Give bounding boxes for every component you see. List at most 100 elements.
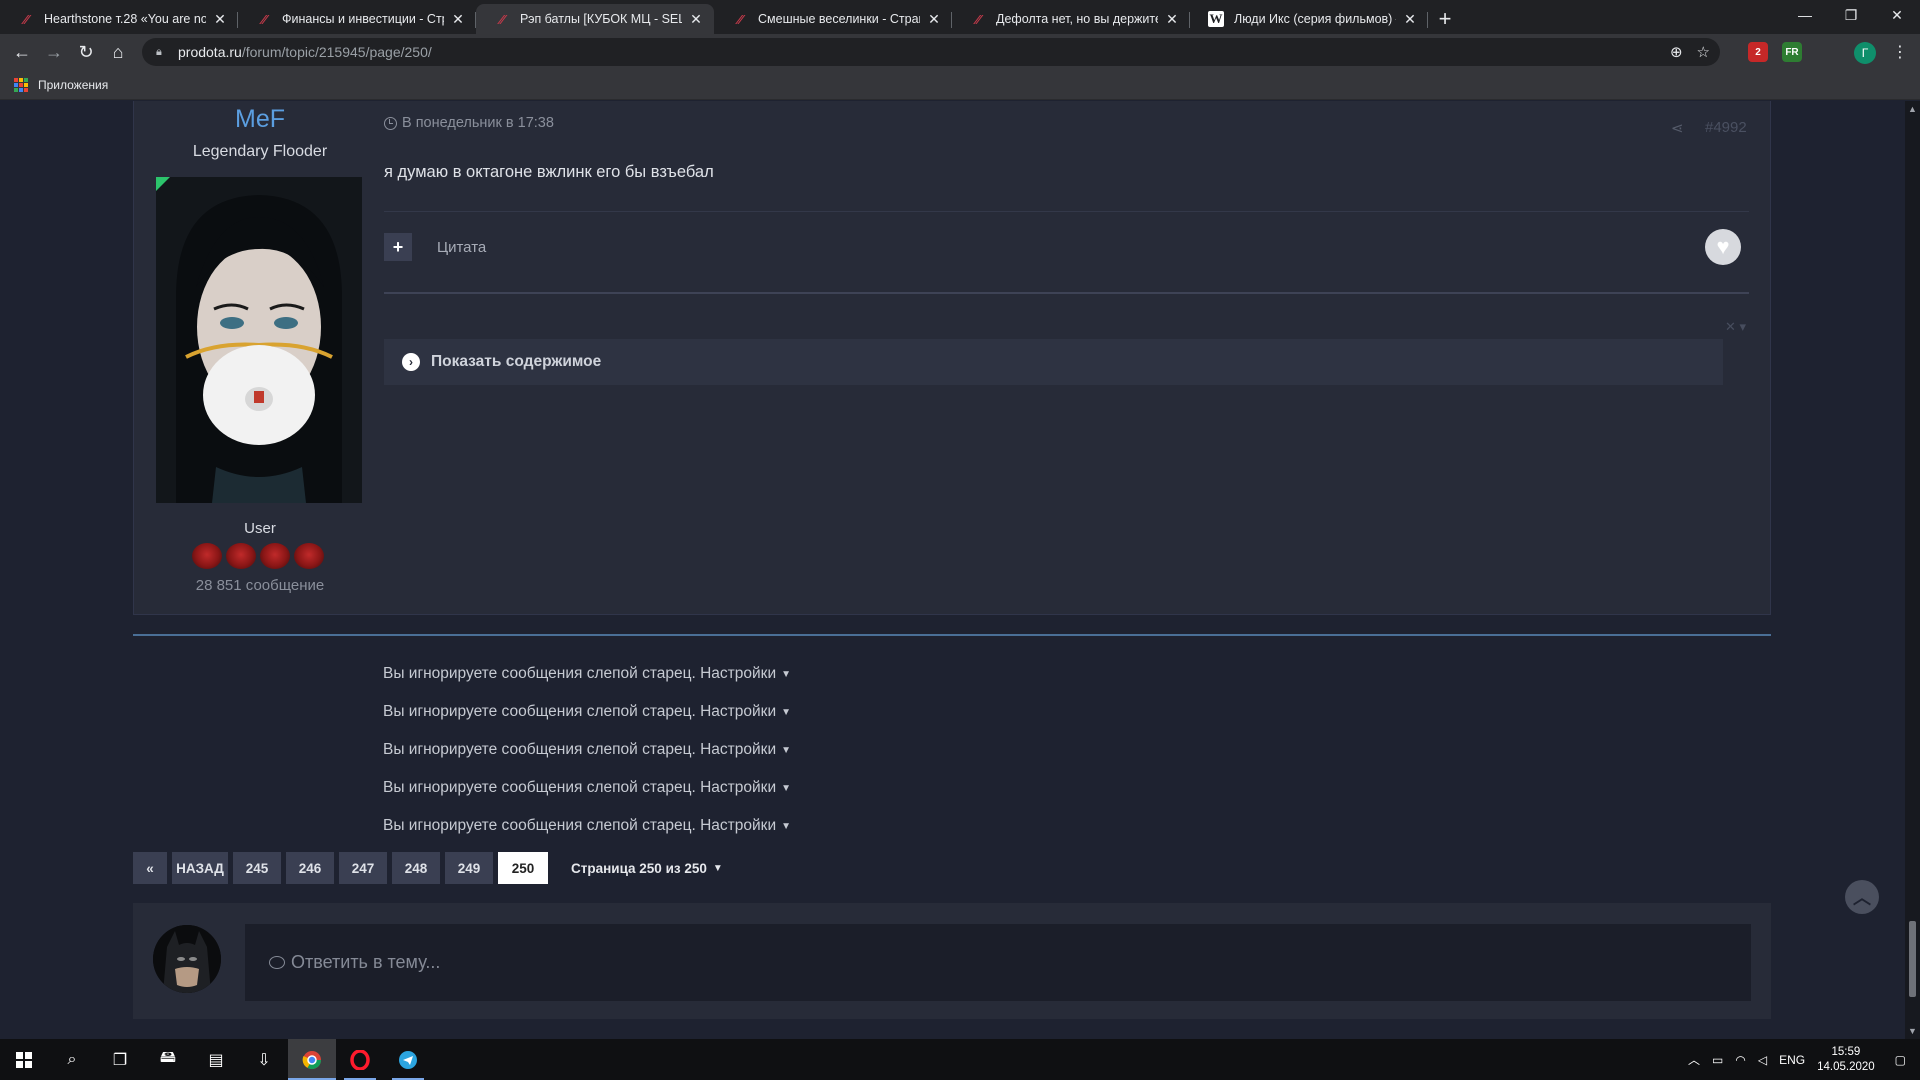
restore-icon[interactable]: ❐ (1828, 0, 1874, 30)
chrome-icon[interactable] (288, 1039, 336, 1080)
wifi-icon[interactable]: ◠ (1735, 1053, 1745, 1067)
tab-close-icon[interactable]: ✕ (1402, 11, 1418, 28)
tab-close-icon[interactable]: ✕ (1164, 11, 1180, 28)
prev-page-button[interactable]: НАЗАД (172, 852, 228, 884)
bookmark-star-icon[interactable]: ☆ (1697, 43, 1710, 61)
spoiler-toggle[interactable]: › Показать содержимое (384, 339, 1723, 385)
chevron-up-icon[interactable]: ︿ (1688, 1051, 1700, 1068)
windows-start-icon[interactable] (0, 1039, 48, 1080)
post-number[interactable]: #4992 (1705, 119, 1747, 136)
browser-tab[interactable]: ⁄⁄ Смешные веселинки - Страниц ✕ (714, 4, 952, 34)
post-divider (384, 211, 1749, 212)
tab-title: Hearthstone т.28 «You are not Pr (44, 12, 206, 26)
close-signature-icon[interactable]: ✕ ▾ (1725, 319, 1746, 335)
first-page-button[interactable]: « (133, 852, 167, 884)
tab-list: ⁄⁄ Hearthstone т.28 «You are not Pr ✕ ⁄⁄ Фин… (0, 4, 1428, 34)
page-link-245[interactable]: 245 (233, 852, 281, 884)
tab-title: Смешные веселинки - Страниц (758, 12, 920, 26)
page-link-250[interactable]: 250 (498, 852, 548, 884)
post-time-text: В понедельник в 17:38 (402, 115, 554, 131)
volume-icon[interactable]: ◁ (1758, 1053, 1767, 1067)
page-link-248[interactable]: 248 (392, 852, 440, 884)
home-icon[interactable]: ⌂ (102, 36, 134, 68)
minimize-icon[interactable]: — (1782, 0, 1828, 30)
ignored-post-notice[interactable]: Вы игнорируете сообщения слепой старец. … (383, 741, 791, 759)
url-text[interactable]: prodota.ru/forum/topic/215945/page/250/ (178, 44, 1670, 60)
taskbar-clock[interactable]: 15:59 14.05.2020 (1817, 1045, 1875, 1075)
comment-bubble-icon (269, 956, 285, 969)
forward-icon[interactable]: → (38, 36, 70, 68)
browser-tab[interactable]: ⁄⁄ Дефолта нет, но вы держитесь ✕ (952, 4, 1190, 34)
scroll-to-top-icon[interactable]: ︿ (1845, 880, 1879, 914)
profile-avatar[interactable]: Г (1854, 42, 1876, 64)
author-name[interactable]: MeF (134, 105, 386, 134)
rank-pip-icon (192, 543, 222, 569)
new-tab-button[interactable]: + (1428, 4, 1462, 34)
task-view-icon[interactable]: ❐ (96, 1039, 144, 1080)
telegram-icon[interactable] (384, 1039, 432, 1080)
ignored-post-notice[interactable]: Вы игнорируете сообщения слепой старец. … (383, 665, 791, 683)
ignored-post-notice[interactable]: Вы игнорируете сообщения слепой старец. … (383, 703, 791, 721)
clock-date: 14.05.2020 (1817, 1060, 1875, 1073)
notepad-icon[interactable]: ▤ (192, 1039, 240, 1080)
clock-time: 15:59 (1831, 1045, 1861, 1058)
url-host: prodota.ru (178, 44, 242, 60)
page-jump-dropdown[interactable]: Страница 250 из 250 ▼ (571, 861, 723, 876)
quote-button[interactable]: Цитата (437, 239, 486, 256)
windows-taskbar: ⌕ ❐ 🖴︎ ▤ ⇩ ︿ ▭ ◠ ◁ ENG 15:59 14.05.2020 … (0, 1039, 1920, 1080)
lock-icon[interactable]: 🔒︎ (156, 46, 166, 58)
scrollbar-thumb[interactable] (1909, 921, 1916, 997)
like-heart-icon[interactable]: ♥ (1705, 229, 1741, 265)
tab-close-icon[interactable]: ✕ (926, 11, 942, 28)
browser-tab[interactable]: ⁄⁄ Hearthstone т.28 «You are not Pr ✕ (0, 4, 238, 34)
search-icon[interactable]: ⌕ (48, 1039, 96, 1080)
browser-tab[interactable]: ⁄⁄ Финансы и инвестиции - Стран ✕ (238, 4, 476, 34)
ignored-post-text: Вы игнорируете сообщения слепой старец. … (383, 665, 777, 682)
battery-icon[interactable]: ▭ (1712, 1053, 1723, 1067)
notifications-icon[interactable]: ▢ (1895, 1053, 1906, 1067)
reply-input[interactable]: Ответить в тему... (245, 924, 1751, 1001)
author-post-count: 28 851 сообщение (195, 577, 325, 594)
menu-kebab-icon[interactable]: ⋮ (1892, 42, 1908, 62)
ignored-post-notice[interactable]: Вы игнорируете сообщения слепой старец. … (383, 779, 791, 797)
reload-icon[interactable]: ↻ (70, 36, 102, 68)
extension-badge: FR (1785, 46, 1799, 58)
scroll-up-icon[interactable]: ▲ (1908, 104, 1917, 114)
language-indicator[interactable]: ENG (1779, 1053, 1805, 1067)
file-manager-icon[interactable]: 🖴︎ (144, 1039, 192, 1080)
apps-grid-icon[interactable] (14, 77, 28, 92)
extension-opera-icon[interactable]: 2 (1748, 42, 1768, 62)
page-numbers: 245 246 247 248 249 250 (233, 852, 553, 884)
tab-title: Дефолта нет, но вы держитесь (996, 12, 1158, 26)
author-avatar[interactable] (156, 177, 362, 503)
author-group: User (244, 520, 276, 537)
tab-strip: ⁄⁄ Hearthstone т.28 «You are not Pr ✕ ⁄⁄ Фин… (0, 0, 1920, 34)
close-window-icon[interactable]: ✕ (1874, 0, 1920, 30)
page-link-247[interactable]: 247 (339, 852, 387, 884)
wikipedia-favicon-icon: W (1208, 11, 1224, 27)
ignored-post-notice[interactable]: Вы игнорируете сообщения слепой старец. … (383, 817, 791, 835)
tab-close-icon[interactable]: ✕ (212, 11, 228, 28)
opera-icon[interactable] (336, 1039, 384, 1080)
current-user-avatar[interactable] (153, 925, 221, 993)
page-link-249[interactable]: 249 (445, 852, 493, 884)
window-controls: — ❐ ✕ (1782, 0, 1920, 30)
post-timestamp[interactable]: В понедельник в 17:38 (384, 115, 554, 131)
back-icon[interactable]: ← (6, 36, 38, 68)
app-icon[interactable]: ⇩ (240, 1039, 288, 1080)
address-bar[interactable]: 🔒︎ prodota.ru/forum/topic/215945/page/25… (142, 38, 1720, 66)
multiquote-button[interactable]: + (384, 233, 412, 261)
tab-close-icon[interactable]: ✕ (450, 11, 466, 28)
scroll-down-icon[interactable]: ▼ (1908, 1026, 1917, 1036)
prodota-favicon-icon: ⁄⁄ (499, 11, 505, 27)
browser-tab[interactable]: ⁄⁄ Рэп батлы [КУБОК МЦ - SELECTI ✕ (476, 4, 714, 34)
page-scrollbar[interactable]: ▲ ▼ (1905, 101, 1920, 1039)
zoom-icon[interactable]: ⊕ (1670, 43, 1683, 61)
ignored-post-text: Вы игнорируете сообщения слепой старец. … (383, 817, 777, 834)
extension-fr-icon[interactable]: FR (1782, 42, 1802, 62)
tab-close-icon[interactable]: ✕ (688, 11, 704, 28)
share-icon[interactable]: ⋖ (1671, 119, 1684, 137)
page-link-246[interactable]: 246 (286, 852, 334, 884)
browser-tab[interactable]: W Люди Икс (серия фильмов) — В ✕ (1190, 4, 1428, 34)
apps-bookmark[interactable]: Приложения (38, 78, 108, 92)
